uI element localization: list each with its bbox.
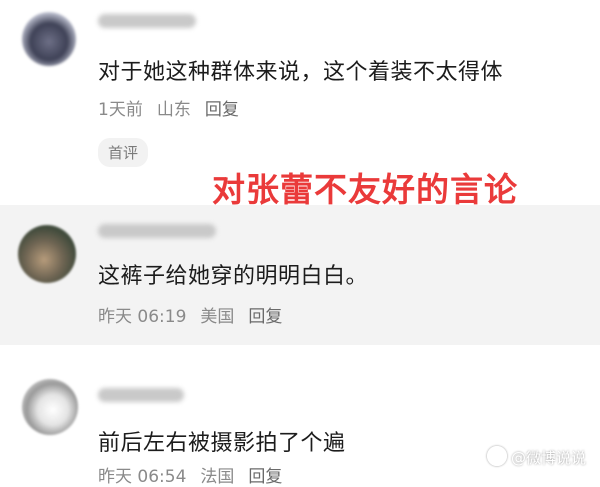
avatar[interactable]: [22, 12, 76, 66]
watermark-logo-icon: [486, 446, 507, 466]
comment-meta: 昨天 06:54 法国 回复: [98, 462, 296, 487]
reply-button[interactable]: 回复: [205, 100, 239, 120]
username-blurred[interactable]: [98, 14, 196, 28]
comment-location: 美国: [200, 307, 235, 327]
comment-time: 昨天 06:19: [98, 307, 187, 327]
username-blurred[interactable]: [98, 388, 184, 402]
comment-time: 昨天 06:54: [98, 467, 187, 487]
comment-text: 对于她这种群体来说，这个着装不太得体: [98, 60, 504, 85]
comment-meta: 1天前 山东 回复: [98, 95, 253, 120]
comment-location: 山东: [156, 100, 191, 120]
comment-location: 法国: [200, 467, 235, 487]
avatar[interactable]: [18, 225, 76, 283]
comment-meta: 昨天 06:19 美国 回复: [98, 302, 296, 327]
reply-button[interactable]: 回复: [248, 307, 282, 327]
username-blurred[interactable]: [98, 224, 216, 238]
reply-button[interactable]: 回复: [248, 467, 282, 487]
comment-text: 这裤子给她穿的明明白白。: [98, 264, 369, 289]
comment-text: 前后左右被摄影拍了个遍: [98, 431, 346, 456]
comment-time: 1天前: [98, 100, 143, 120]
comment-item: 这裤子给她穿的明明白白。 昨天 06:19 美国 回复: [0, 205, 600, 345]
annotation-caption: 对张蕾不友好的言论: [212, 170, 518, 209]
watermark-text: @微博说说: [510, 449, 586, 467]
first-comment-badge: 首评: [98, 138, 149, 167]
avatar[interactable]: [22, 379, 78, 435]
watermark: @微博说说: [486, 446, 586, 468]
